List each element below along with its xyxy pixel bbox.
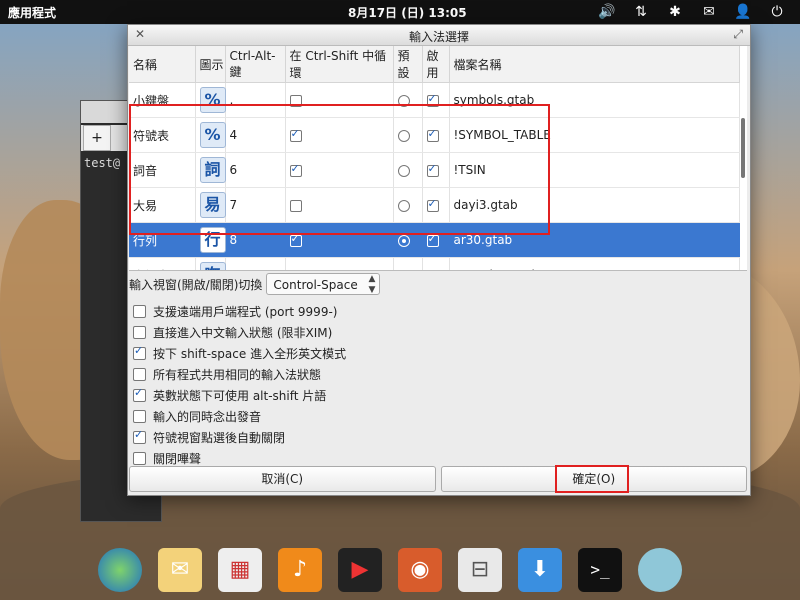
option-checkbox[interactable] (133, 326, 146, 339)
column-header[interactable]: 檔案名稱 (449, 46, 740, 83)
music-icon[interactable]: ♪ (278, 548, 322, 592)
cycle-checkbox[interactable] (289, 269, 302, 270)
cancel-button[interactable]: 取消(C) (129, 466, 436, 492)
mail-icon[interactable]: ✉ (692, 2, 726, 22)
column-header[interactable]: 名稱 (129, 46, 196, 83)
enabled-checkbox[interactable] (426, 267, 439, 270)
toggle-row: 輸入視窗(開啟/關閉)切換 Control-Space ▲ ▼ (129, 273, 381, 296)
toggle-key-select[interactable]: Control-Space ▲ ▼ (266, 273, 381, 296)
option-label: 直接進入中文輸入狀態 (限非XIM) (153, 326, 333, 340)
option-checkbox[interactable] (133, 386, 146, 402)
option-label: 關閉嗶聲 (153, 452, 202, 466)
calendar-icon[interactable]: ▦ (218, 548, 262, 592)
spinner-icon[interactable]: ▲ ▼ (369, 274, 376, 296)
dialog-titlebar[interactable]: ✕ 輸入法選擇 ⤢ (128, 25, 750, 46)
bluetooth-icon[interactable]: ✱ (658, 2, 692, 22)
option-checkbox[interactable] (133, 452, 146, 465)
default-radio[interactable] (397, 269, 410, 270)
video-icon[interactable]: ▶ (338, 548, 382, 592)
input-method-dialog: ✕ 輸入法選擇 ⤢ 名稱 圖示 Ctrl-Alt-鍵在 Ctrl-Shift 中循環… (127, 24, 751, 496)
enabled-checkbox[interactable] (426, 232, 439, 247)
new-tab-icon[interactable]: + (83, 125, 111, 151)
option-row[interactable]: 英數狀態下可使用 alt-shift 片語 (133, 385, 346, 406)
user-icon[interactable]: 👤 (726, 2, 760, 22)
default-cell (393, 257, 423, 270)
toggle-label: 輸入視窗(開啟/關閉)切換 (129, 277, 263, 292)
file-name: noseeing.gtab (449, 257, 740, 270)
top-panel: 應用程式 8月17日 (日) 13:05 🔊 ⇅ ✱ ✉ 👤 ⏻ (0, 0, 800, 24)
option-checkbox[interactable] (133, 368, 146, 381)
terminal-prompt: test@ (84, 156, 121, 170)
browser-icon[interactable] (98, 548, 142, 592)
cycle-cell (285, 257, 394, 270)
option-checkbox[interactable] (133, 305, 146, 318)
table-header: 名稱 圖示 Ctrl-Alt-鍵在 Ctrl-Shift 中循環 預設 啟用 檔案名稱 (129, 46, 740, 83)
system-tray: 🔊 ⇅ ✱ ✉ 👤 ⏻ (590, 2, 794, 22)
column-header[interactable]: 啟用 (422, 46, 450, 83)
icon-cell: 嘸 (195, 257, 226, 270)
enabled-cell (422, 257, 450, 270)
power-icon[interactable]: ⏻ (760, 2, 794, 22)
volume-icon[interactable]: 🔊 (590, 2, 624, 22)
option-label: 英數狀態下可使用 alt-shift 片語 (153, 389, 327, 403)
button-row: 取消(C) 確定(O) (129, 465, 747, 493)
clock[interactable]: 8月17日 (日) 13:05 (348, 4, 467, 21)
applications-menu[interactable]: 應用程式 (8, 4, 56, 21)
mail-app-icon[interactable]: ✉ (158, 548, 202, 592)
option-row[interactable]: 輸入的同時念出發音 (133, 406, 346, 427)
table-scrollbar[interactable] (741, 118, 745, 178)
highlight-box (129, 104, 550, 235)
terminal-icon[interactable]: >_ (578, 548, 622, 592)
option-label: 所有程式共用相同的輸入法狀態 (153, 368, 322, 382)
option-label: 支援遠端用戶端程式 (port 9999-) (153, 305, 338, 319)
option-label: 輸入的同時念出發音 (153, 410, 262, 424)
option-checkbox[interactable] (133, 344, 146, 360)
im-name: 嘸蝦米 (129, 257, 196, 270)
option-label: 符號視窗點選後自動關閉 (153, 431, 286, 445)
option-row[interactable]: 符號視窗點選後自動關閉 (133, 427, 346, 448)
mascot-icon[interactable] (638, 548, 682, 592)
option-checkbox[interactable] (133, 428, 146, 444)
options-list: 支援遠端用戶端程式 (port 9999-) 直接進入中文輸入狀態 (限非XIM)… (133, 301, 346, 490)
cycle-checkbox[interactable] (289, 232, 302, 247)
option-checkbox[interactable] (133, 410, 146, 423)
default-radio[interactable] (397, 234, 410, 247)
photos-icon[interactable]: ◉ (398, 548, 442, 592)
dock: ✉ ▦ ♪ ▶ ◉ ⊟ ⬇ >_ (90, 544, 722, 600)
option-label: 按下 shift-space 進入全形英文模式 (153, 347, 347, 361)
option-row[interactable]: 所有程式共用相同的輸入法狀態 (133, 364, 346, 385)
column-header[interactable]: 在 Ctrl-Shift 中循環 (285, 46, 394, 83)
network-icon[interactable]: ⇅ (624, 2, 658, 22)
table-row[interactable]: 嘸蝦米嘸9 noseeing.gtab (129, 257, 740, 270)
maximize-icon[interactable]: ⤢ (733, 27, 743, 42)
column-header[interactable]: 預設 (393, 46, 423, 83)
im-icon: 嘸 (199, 262, 226, 270)
download-icon[interactable]: ⬇ (518, 548, 562, 592)
ok-button[interactable]: 確定(O) (440, 465, 747, 493)
toggle-key-value: Control-Space (273, 278, 358, 292)
dialog-title: 輸入法選擇 (408, 30, 469, 44)
settings-icon[interactable]: ⊟ (458, 548, 502, 592)
option-row[interactable]: 支援遠端用戶端程式 (port 9999-) (133, 301, 346, 322)
column-header[interactable]: Ctrl-Alt-鍵 (225, 46, 286, 83)
column-header[interactable]: 圖示 (195, 46, 226, 83)
option-row[interactable]: 按下 shift-space 進入全形英文模式 (133, 343, 346, 364)
hotkey: 9 (225, 257, 286, 270)
option-row[interactable]: 直接進入中文輸入狀態 (限非XIM) (133, 322, 346, 343)
ok-highlight-box (554, 465, 629, 493)
